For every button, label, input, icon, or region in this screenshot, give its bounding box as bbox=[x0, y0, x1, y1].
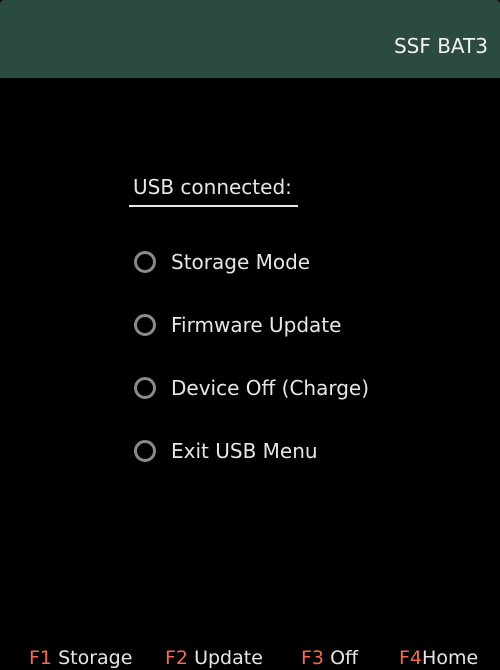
softkey-number: F3 bbox=[301, 647, 325, 669]
softkey-f4-home[interactable]: F4Home bbox=[399, 646, 478, 670]
option-device-off-charge[interactable]: Device Off (Charge) bbox=[134, 373, 369, 403]
option-label: Device Off (Charge) bbox=[171, 376, 370, 400]
radio-button[interactable] bbox=[134, 377, 156, 399]
softkey-f2-update[interactable]: F2 Update bbox=[165, 646, 263, 670]
option-storage-mode[interactable]: Storage Mode bbox=[134, 247, 310, 277]
softkey-number: F2 bbox=[165, 647, 189, 669]
title-bar: SSF BAT3 bbox=[0, 0, 500, 78]
softkey-number: F4 bbox=[399, 647, 423, 669]
device-screen: SSF BAT3 USB connected: Storage Mode Fir… bbox=[0, 0, 500, 670]
radio-button[interactable] bbox=[134, 440, 156, 462]
softkey-label: Storage bbox=[58, 647, 133, 669]
softkey-label: Home bbox=[422, 647, 479, 669]
radio-button[interactable] bbox=[134, 314, 156, 336]
softkey-f1-storage[interactable]: F1 Storage bbox=[29, 646, 132, 670]
option-exit-usb-menu[interactable]: Exit USB Menu bbox=[134, 436, 318, 466]
option-label: Firmware Update bbox=[171, 313, 342, 337]
device-name: SSF BAT3 bbox=[393, 34, 488, 58]
softkey-label: Off bbox=[330, 647, 359, 669]
menu-title-underline bbox=[129, 205, 298, 207]
option-label: Storage Mode bbox=[171, 250, 311, 274]
option-firmware-update[interactable]: Firmware Update bbox=[134, 310, 341, 340]
softkey-bar: F1 Storage F2 Update F3 Off F4Home bbox=[0, 646, 500, 670]
menu-title: USB connected: bbox=[133, 175, 292, 199]
option-label: Exit USB Menu bbox=[171, 439, 318, 463]
softkey-label: Update bbox=[194, 647, 263, 669]
radio-button[interactable] bbox=[134, 251, 156, 273]
softkey-number: F1 bbox=[29, 647, 53, 669]
softkey-f3-off[interactable]: F3 Off bbox=[301, 646, 358, 670]
